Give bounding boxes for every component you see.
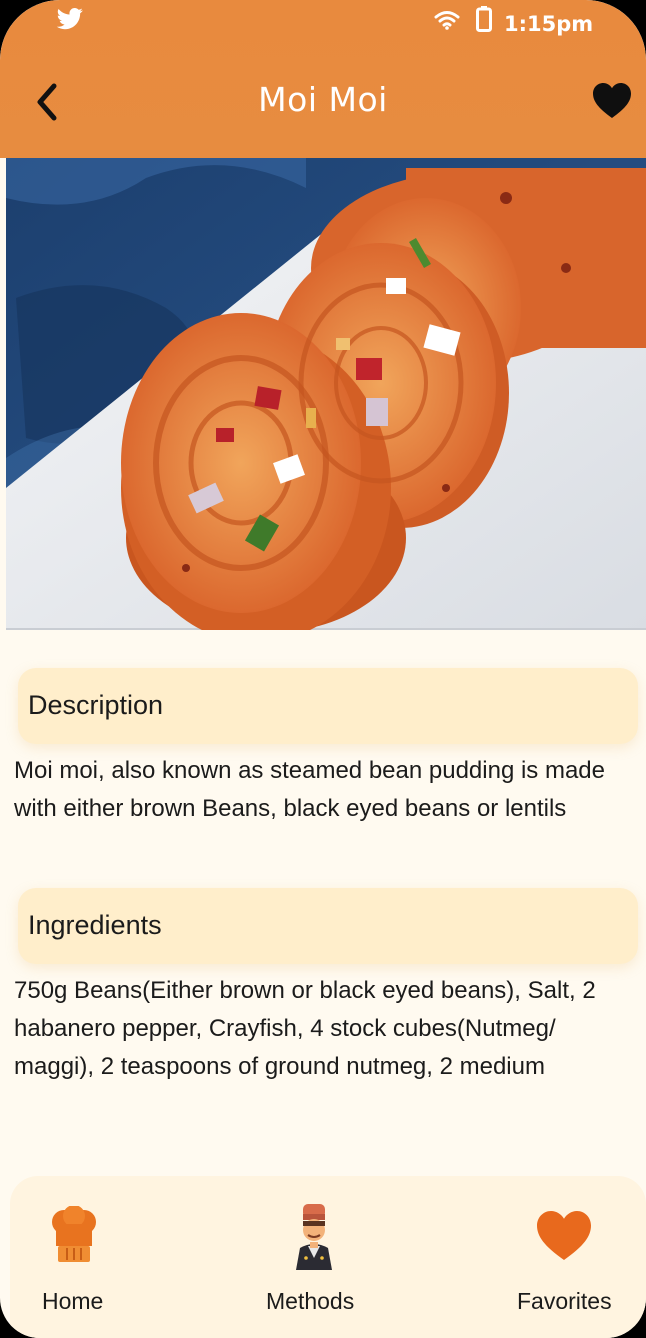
status-time: 1:15pm [504,12,594,36]
bottom-nav: Home Methods Favorites [10,1176,646,1338]
ingredients-heading: Ingredients [28,910,162,940]
nav-home-label: Home [42,1288,104,1314]
favorite-heart-icon[interactable] [592,82,632,120]
description-text: Moi moi, also known as steamed bean pudd… [14,757,605,822]
ingredients-text: 750g Beans(Either brown or black eyed be… [14,977,596,1080]
wifi-icon [434,11,460,30]
heart-icon [537,1211,591,1260]
twitter-icon [56,8,83,30]
nav-methods[interactable]: Methods [250,1176,380,1336]
nav-favorites-label: Favorites [517,1288,612,1314]
food-image [6,158,646,630]
app-screen: 1:15pm Moi Moi Description Moi moi, also… [0,0,646,1338]
chef-icon [296,1204,332,1270]
nav-home[interactable]: Home [28,1176,138,1336]
chef-hat-icon [52,1206,96,1262]
status-bar: 1:15pm [0,0,646,48]
battery-icon [476,6,492,32]
app-header: 1:15pm Moi Moi [0,0,646,158]
description-heading: Description [28,690,164,720]
page-title: Moi Moi [258,80,388,119]
nav-methods-label: Methods [266,1288,355,1314]
nav-favorites[interactable]: Favorites [506,1176,636,1336]
